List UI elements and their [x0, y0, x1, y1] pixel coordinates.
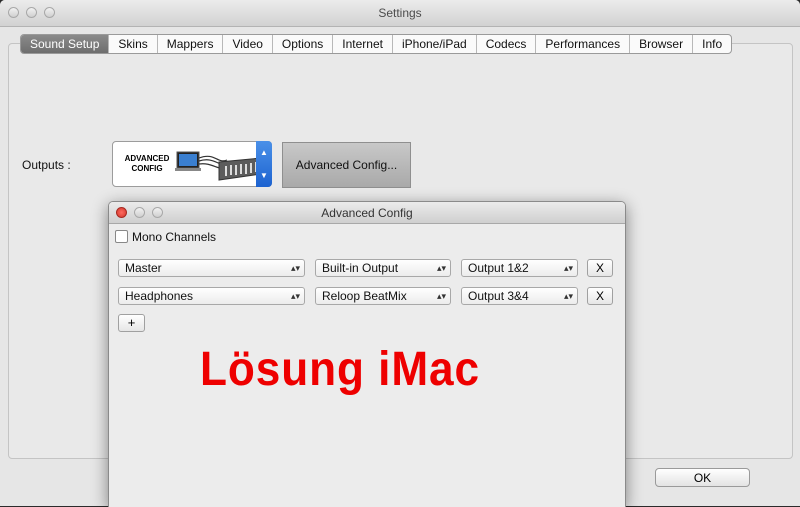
- updown-arrows-icon: ▴▾: [563, 263, 573, 273]
- channel-select-value: Master: [125, 261, 162, 275]
- device-select-value: Built-in Output: [322, 261, 399, 275]
- updown-arrows-icon: ▴▾: [436, 263, 446, 273]
- output-select-value: Output 3&4: [468, 289, 529, 303]
- output-select-row2[interactable]: Output 3&4 ▴▾: [461, 287, 578, 305]
- channel-select-row1[interactable]: Master ▴▾: [118, 259, 305, 277]
- tab-sound-setup[interactable]: Sound Setup: [21, 35, 110, 53]
- tab-bar: Sound Setup Skins Mappers Video Options …: [20, 34, 733, 54]
- device-select-value: Reloop BeatMix: [322, 289, 407, 303]
- updown-arrows-icon: ▴▾: [436, 291, 446, 301]
- tab-mappers[interactable]: Mappers: [158, 35, 224, 53]
- tab-skins[interactable]: Skins: [109, 35, 158, 53]
- updown-arrows-icon: ▴▾: [563, 291, 573, 301]
- laptop-mixer-icon: [175, 151, 262, 181]
- channel-select-value: Headphones: [125, 289, 194, 303]
- tab-video[interactable]: Video: [223, 35, 273, 53]
- chevron-up-icon: ▲: [260, 148, 268, 157]
- advanced-config-button[interactable]: Advanced Config...: [282, 142, 411, 188]
- tab-codecs[interactable]: Codecs: [477, 35, 537, 53]
- mono-channels-option[interactable]: Mono Channels: [115, 230, 216, 244]
- outputs-label: Outputs :: [22, 158, 71, 172]
- updown-arrows-icon: ▴▾: [290, 291, 300, 301]
- chevron-down-icon: ▼: [260, 171, 268, 180]
- add-output-button[interactable]: +: [118, 314, 145, 332]
- window-title: Settings: [378, 6, 422, 20]
- remove-row2-button[interactable]: X: [587, 287, 613, 305]
- channel-select-row2[interactable]: Headphones ▴▾: [118, 287, 305, 305]
- outputs-select[interactable]: ADVANCED CONFIG ▲ ▼: [112, 141, 272, 187]
- tab-internet[interactable]: Internet: [333, 35, 393, 53]
- tab-iphone-ipad[interactable]: iPhone/iPad: [393, 35, 477, 53]
- dialog-title: Advanced Config: [321, 206, 413, 220]
- output-select-value: Output 1&2: [468, 261, 529, 275]
- tab-info[interactable]: Info: [693, 35, 731, 53]
- outputs-stepper[interactable]: ▲ ▼: [256, 141, 272, 187]
- title-bar[interactable]: Settings: [0, 0, 800, 27]
- mono-channels-label: Mono Channels: [132, 230, 217, 244]
- updown-arrows-icon: ▴▾: [290, 263, 300, 273]
- tab-options[interactable]: Options: [273, 35, 334, 53]
- output-select-row1[interactable]: Output 1&2 ▴▾: [461, 259, 578, 277]
- device-select-row2[interactable]: Reloop BeatMix ▴▾: [315, 287, 451, 305]
- mono-channels-checkbox[interactable]: [115, 230, 128, 243]
- device-select-row1[interactable]: Built-in Output ▴▾: [315, 259, 451, 277]
- advanced-config-dialog: Advanced Config Mono Channels Master ▴▾ B…: [108, 201, 626, 507]
- tab-browser[interactable]: Browser: [630, 35, 694, 53]
- dialog-title-bar[interactable]: Advanced Config: [109, 202, 625, 224]
- overlay-caption: Lösung iMac: [200, 343, 480, 396]
- remove-row1-button[interactable]: X: [587, 259, 613, 277]
- ok-button[interactable]: OK: [655, 468, 750, 487]
- advanced-config-image-text: ADVANCED CONFIG: [124, 154, 170, 173]
- tab-performances[interactable]: Performances: [536, 35, 631, 53]
